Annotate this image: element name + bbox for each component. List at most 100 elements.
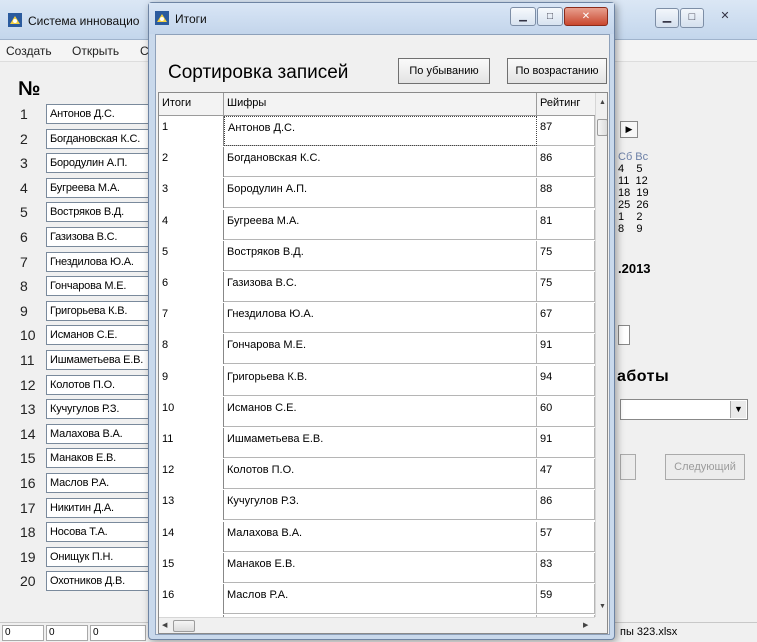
dialog-maximize-button[interactable]: □: [537, 7, 563, 26]
calendar-row[interactable]: 4 5: [618, 163, 649, 175]
row-index-cell[interactable]: 13: [159, 490, 224, 520]
row-rating-cell[interactable]: 59: [537, 584, 595, 614]
table-row[interactable]: 2 Богдановская К.С. 86: [159, 147, 595, 177]
row-index-cell[interactable]: 14: [159, 522, 224, 552]
row-name-cell[interactable]: Бородулин А.П.: [224, 178, 537, 208]
calendar-next-button[interactable]: ▶: [620, 121, 638, 138]
row-index-cell[interactable]: 16: [159, 584, 224, 614]
calendar-row[interactable]: 25 26: [618, 199, 649, 211]
table-row[interactable]: 15 Манаков Е.В. 83: [159, 553, 595, 583]
table-row[interactable]: 8 Гончарова М.Е. 91: [159, 334, 595, 364]
column-header-shifry[interactable]: Шифры: [224, 93, 537, 116]
row-name-cell[interactable]: Антонов Д.С.: [224, 116, 537, 146]
menu-item-open[interactable]: Открыть: [72, 44, 119, 58]
column-header-itogi[interactable]: Итоги: [159, 93, 224, 116]
student-name-field[interactable]: Малахова В.А.: [46, 424, 150, 444]
calendar-row[interactable]: 18 19: [618, 187, 649, 199]
student-name-field[interactable]: Колотов П.О.: [46, 375, 150, 395]
row-rating-cell[interactable]: 86: [537, 490, 595, 520]
student-name-field[interactable]: Гнездилова Ю.А.: [46, 252, 150, 272]
previous-button[interactable]: [620, 454, 636, 480]
table-row[interactable]: 11 Ишмаметьева Е.В. 91: [159, 428, 595, 458]
row-rating-cell[interactable]: 91: [537, 334, 595, 364]
student-name-field[interactable]: Манаков Е.В.: [46, 448, 150, 468]
student-name-field[interactable]: Богдановская К.С.: [46, 129, 150, 149]
row-index-cell[interactable]: 4: [159, 210, 224, 240]
row-rating-cell[interactable]: 57: [537, 522, 595, 552]
student-name-field[interactable]: Антонов Д.С.: [46, 104, 150, 124]
table-row[interactable]: 12 Колотов П.О. 47: [159, 459, 595, 489]
row-name-cell[interactable]: Гнездилова Ю.А.: [224, 303, 537, 333]
student-name-field[interactable]: Гончарова М.Е.: [46, 276, 150, 296]
row-rating-cell[interactable]: 75: [537, 241, 595, 271]
table-row[interactable]: 4 Бугреева М.А. 81: [159, 210, 595, 240]
table-row[interactable]: 16 Маслов Р.А. 59: [159, 584, 595, 614]
row-index-cell[interactable]: 6: [159, 272, 224, 302]
row-name-cell[interactable]: Кучугулов Р.З.: [224, 490, 537, 520]
row-rating-cell[interactable]: 75: [537, 272, 595, 302]
row-rating-cell[interactable]: 88: [537, 178, 595, 208]
row-index-cell[interactable]: 5: [159, 241, 224, 271]
scroll-right-icon[interactable]: ▶: [583, 621, 588, 629]
calendar-row[interactable]: 8 9: [618, 223, 649, 235]
student-name-field[interactable]: Бородулин А.П.: [46, 153, 150, 173]
calendar-row[interactable]: 11 12: [618, 175, 649, 187]
main-close-button[interactable]: ✕: [705, 8, 745, 28]
table-row[interactable]: 9 Григорьева К.В. 94: [159, 366, 595, 396]
next-button[interactable]: Следующий: [665, 454, 745, 480]
row-name-cell[interactable]: Григорьева К.В.: [224, 366, 537, 396]
row-rating-cell[interactable]: 94: [537, 366, 595, 396]
row-name-cell[interactable]: Колотов П.О.: [224, 459, 537, 489]
row-rating-cell[interactable]: 67: [537, 303, 595, 333]
student-name-field[interactable]: Востряков В.Д.: [46, 202, 150, 222]
student-name-field[interactable]: Кучугулов Р.З.: [46, 399, 150, 419]
row-rating-cell[interactable]: 81: [537, 210, 595, 240]
student-name-field[interactable]: Газизова В.С.: [46, 227, 150, 247]
dialog-minimize-button[interactable]: ▁: [510, 7, 536, 26]
student-name-field[interactable]: Охотников Д.В.: [46, 571, 150, 591]
main-minimize-button[interactable]: ▁: [655, 8, 679, 28]
row-index-cell[interactable]: 3: [159, 178, 224, 208]
row-rating-cell[interactable]: 47: [537, 459, 595, 489]
scroll-thumb[interactable]: [597, 119, 607, 136]
scroll-up-icon[interactable]: ▲: [599, 99, 606, 106]
chevron-down-icon[interactable]: ▼: [730, 401, 746, 418]
work-select[interactable]: ▼: [620, 399, 748, 420]
menu-item-create[interactable]: Создать: [6, 44, 52, 58]
row-index-cell[interactable]: 1: [159, 116, 224, 146]
row-index-cell[interactable]: 8: [159, 334, 224, 364]
sort-ascending-button[interactable]: По возрастанию: [507, 58, 607, 84]
student-name-field[interactable]: Маслов Р.А.: [46, 473, 150, 493]
student-name-field[interactable]: Григорьева К.В.: [46, 301, 150, 321]
horizontal-scrollbar[interactable]: ◀ ▶: [159, 617, 595, 633]
row-index-cell[interactable]: 15: [159, 553, 224, 583]
student-name-field[interactable]: Бугреева М.А.: [46, 178, 150, 198]
table-row[interactable]: 6 Газизова В.С. 75: [159, 272, 595, 302]
scroll-down-icon[interactable]: ▼: [599, 603, 606, 610]
row-name-cell[interactable]: Малахова В.А.: [224, 522, 537, 552]
row-name-cell[interactable]: Исманов С.Е.: [224, 397, 537, 427]
row-rating-cell[interactable]: 60: [537, 397, 595, 427]
row-index-cell[interactable]: 9: [159, 366, 224, 396]
row-name-cell[interactable]: Богдановская К.С.: [224, 147, 537, 177]
calendar-row[interactable]: 1 2: [618, 211, 649, 223]
table-row[interactable]: 14 Малахова В.А. 57: [159, 522, 595, 552]
main-maximize-button[interactable]: □: [680, 8, 704, 28]
student-name-field[interactable]: Онищук П.Н.: [46, 547, 150, 567]
student-name-field[interactable]: Исманов С.Е.: [46, 325, 150, 345]
row-name-cell[interactable]: Газизова В.С.: [224, 272, 537, 302]
row-index-cell[interactable]: 7: [159, 303, 224, 333]
table-row[interactable]: 13 Кучугулов Р.З. 86: [159, 490, 595, 520]
student-name-field[interactable]: Носова Т.А.: [46, 522, 150, 542]
row-rating-cell[interactable]: 87: [537, 116, 595, 146]
student-name-field[interactable]: Никитин Д.А.: [46, 498, 150, 518]
table-row[interactable]: 1 Антонов Д.С. 87: [159, 116, 595, 146]
table-row[interactable]: 3 Бородулин А.П. 88: [159, 178, 595, 208]
row-rating-cell[interactable]: 86: [537, 147, 595, 177]
row-index-cell[interactable]: 2: [159, 147, 224, 177]
dialog-close-button[interactable]: ✕: [564, 7, 608, 26]
scroll-left-icon[interactable]: ◀: [162, 621, 167, 629]
row-rating-cell[interactable]: 91: [537, 428, 595, 458]
table-row[interactable]: 5 Востряков В.Д. 75: [159, 241, 595, 271]
sort-descending-button[interactable]: По убыванию: [398, 58, 490, 84]
